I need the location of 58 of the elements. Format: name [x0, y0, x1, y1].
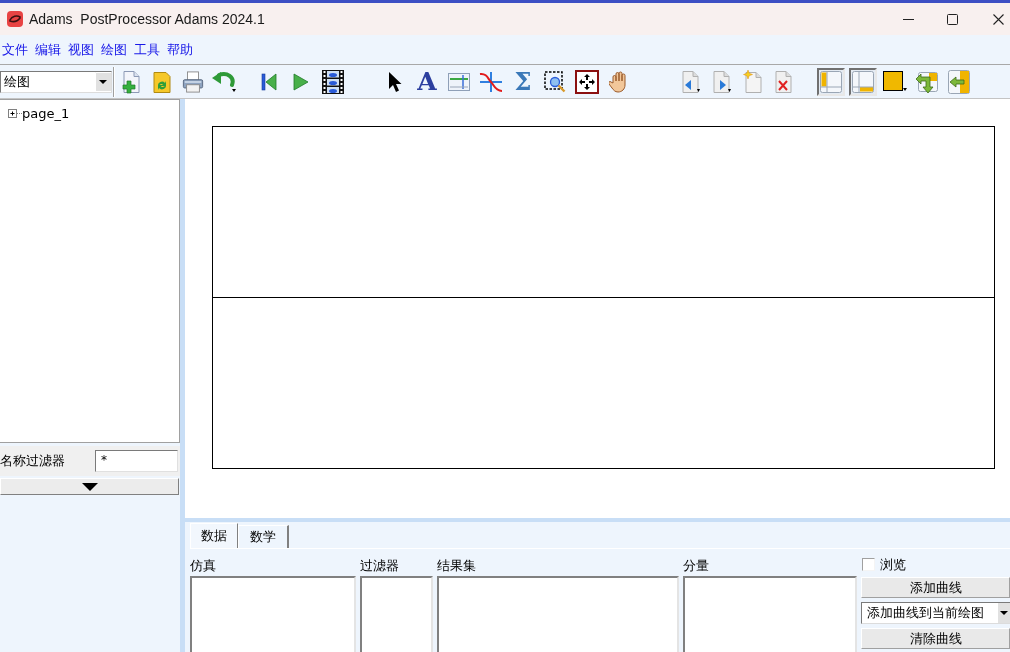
swap-arrows-icon[interactable]: [915, 69, 939, 94]
maximize-icon[interactable]: [947, 13, 958, 25]
undo-arrow-icon[interactable]: [210, 70, 237, 93]
film-strip-icon[interactable]: [322, 69, 344, 94]
list-box[interactable]: [437, 576, 679, 652]
tree-item[interactable]: page_1: [22, 105, 70, 121]
mode-dropdown[interactable]: 绘图: [0, 70, 112, 93]
down-triangle-icon: [81, 482, 98, 491]
checkbox[interactable]: [862, 558, 875, 571]
tab[interactable]: 数学: [238, 525, 289, 548]
menu-item[interactable]: 工具: [134, 40, 160, 59]
new-page-icon[interactable]: [120, 69, 141, 94]
filter-label: 名称过滤器: [0, 452, 66, 470]
checkbox-label: 浏览: [880, 555, 906, 574]
refresh-page-icon[interactable]: [151, 69, 172, 94]
menu-item[interactable]: 绘图: [101, 40, 127, 59]
list-label: 分量: [683, 557, 710, 574]
name-filter-field[interactable]: *: [95, 450, 178, 472]
play-icon[interactable]: [292, 72, 310, 91]
filled-square-icon[interactable]: [883, 70, 907, 93]
layout-toggle-button[interactable]: [817, 67, 845, 96]
add-mode-dropdown[interactable]: 添加曲线到当前绘图: [861, 602, 1010, 624]
list-box[interactable]: [683, 576, 857, 652]
menu-item[interactable]: 编辑: [35, 40, 61, 59]
window-title: Adams PostProcessor Adams 2024.1: [29, 11, 265, 27]
zoom-box-icon[interactable]: [544, 70, 566, 93]
menu-item[interactable]: 帮助: [167, 40, 193, 59]
next-page-icon[interactable]: [711, 69, 732, 94]
pointer-arrow-icon[interactable]: [388, 70, 402, 93]
menu-item[interactable]: 文件: [2, 40, 28, 59]
clear-curves-button[interactable]: 清除曲线: [861, 628, 1010, 649]
add-curve-button[interactable]: 添加曲线: [861, 577, 1010, 598]
close-icon[interactable]: [993, 13, 1004, 25]
minimize-icon[interactable]: [903, 18, 914, 20]
sine-curve-icon[interactable]: [479, 70, 503, 93]
menu-item[interactable]: 视图: [68, 40, 94, 59]
fit-arrows-icon[interactable]: [575, 69, 599, 94]
list-box[interactable]: [190, 576, 356, 652]
chart-axes-icon[interactable]: [448, 72, 470, 91]
delete-page-icon[interactable]: [773, 69, 794, 94]
tab[interactable]: 数据: [190, 523, 238, 548]
hand-icon[interactable]: [609, 70, 629, 93]
bottom-right-panel-icon: [852, 70, 874, 93]
list-label: 结果集: [437, 557, 477, 574]
text-tool[interactable]: A: [417, 69, 437, 94]
skip-to-start-icon[interactable]: [261, 72, 277, 91]
app-logo-icon: [7, 11, 23, 27]
dropdown-arrow-icon[interactable]: [95, 72, 111, 91]
list-label: 仿真: [190, 557, 217, 574]
top-left-panel-icon: [820, 70, 842, 93]
previous-page-icon[interactable]: [680, 69, 701, 94]
layout-toggle-button[interactable]: [849, 67, 877, 96]
list-box[interactable]: [360, 576, 433, 652]
expand-button[interactable]: [0, 478, 179, 495]
expand-icon[interactable]: [8, 108, 22, 118]
printer-icon[interactable]: [181, 70, 204, 93]
list-label: 过滤器: [360, 557, 400, 574]
sum-tool[interactable]: Σ: [514, 69, 532, 94]
